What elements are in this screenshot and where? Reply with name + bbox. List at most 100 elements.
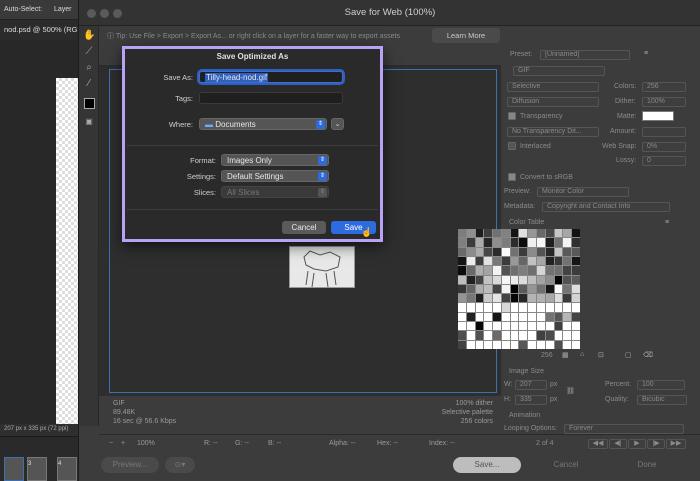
color-swatch[interactable] [528, 275, 537, 284]
color-swatch[interactable] [466, 322, 475, 331]
color-swatch[interactable] [466, 247, 475, 256]
percent-input[interactable]: 100 [637, 380, 685, 390]
color-swatch[interactable] [466, 284, 475, 294]
color-swatch[interactable] [537, 275, 545, 284]
color-swatch[interactable] [537, 312, 545, 322]
color-swatch[interactable] [528, 294, 537, 303]
color-swatch[interactable] [528, 238, 537, 247]
color-swatch[interactable] [537, 256, 545, 266]
sheet-cancel-button[interactable]: Cancel [282, 221, 326, 234]
color-swatch[interactable] [493, 229, 501, 238]
color-swatch[interactable] [510, 322, 519, 331]
color-swatch[interactable] [493, 247, 501, 256]
color-swatch[interactable] [484, 312, 493, 322]
color-swatch[interactable] [545, 238, 554, 247]
color-swatch[interactable] [519, 284, 528, 294]
format-select[interactable]: GIF [513, 66, 605, 76]
color-swatch[interactable] [475, 275, 484, 284]
color-swatch[interactable] [554, 284, 563, 294]
color-swatch[interactable] [493, 266, 501, 275]
slice-select-tool-icon[interactable]: ⟋ [83, 46, 95, 58]
color-swatch[interactable] [563, 294, 572, 303]
color-swatch[interactable] [501, 266, 510, 275]
frame-thumb[interactable] [4, 457, 24, 481]
color-swatch[interactable] [572, 266, 580, 275]
color-swatch[interactable] [501, 256, 510, 266]
color-swatch[interactable] [528, 312, 537, 322]
color-swatch[interactable] [475, 238, 484, 247]
zoom-level-select[interactable]: 100% [137, 440, 155, 447]
color-swatch[interactable] [545, 229, 554, 238]
lock-color-icon[interactable]: ⌂ [580, 351, 584, 358]
color-swatch[interactable] [458, 312, 466, 322]
color-swatch[interactable] [501, 284, 510, 294]
last-frame-icon[interactable]: ▶▶ [666, 439, 686, 449]
color-swatch[interactable] [510, 284, 519, 294]
color-swatch[interactable] [545, 284, 554, 294]
dither-input[interactable]: 100% [642, 97, 686, 107]
color-swatch[interactable] [475, 303, 484, 312]
color-swatch[interactable] [554, 256, 563, 266]
color-swatch[interactable] [466, 303, 475, 312]
color-swatch[interactable] [519, 303, 528, 312]
preview-browser-button[interactable]: Preview... [101, 457, 159, 473]
color-swatch[interactable] [493, 275, 501, 284]
color-swatch[interactable] [554, 294, 563, 303]
color-swatch[interactable] [519, 238, 528, 247]
color-swatch[interactable] [501, 247, 510, 256]
color-swatch[interactable] [493, 238, 501, 247]
color-swatch[interactable] [528, 229, 537, 238]
color-swatch[interactable] [475, 284, 484, 294]
color-table-grid[interactable] [458, 229, 580, 349]
color-swatch[interactable] [554, 312, 563, 322]
color-swatch[interactable] [510, 340, 519, 349]
done-button[interactable]: Done [611, 457, 683, 473]
color-swatch[interactable] [475, 229, 484, 238]
color-swatch[interactable] [572, 322, 580, 331]
matte-color-swatch[interactable] [642, 111, 674, 121]
color-swatch[interactable] [493, 256, 501, 266]
lossy-input[interactable]: 0 [642, 156, 686, 166]
metadata-select[interactable]: Copyright and Contact Info [542, 202, 670, 212]
color-swatch[interactable] [537, 238, 545, 247]
color-swatch[interactable] [484, 238, 493, 247]
color-swatch[interactable] [475, 331, 484, 340]
slices-popup[interactable]: All Slices ⇕ [221, 186, 329, 198]
color-swatch[interactable] [537, 331, 545, 340]
color-swatch[interactable] [545, 294, 554, 303]
color-swatch[interactable] [458, 247, 466, 256]
color-swatch[interactable] [572, 238, 580, 247]
toggle-slices-icon[interactable]: ▣ [83, 116, 95, 128]
color-swatch[interactable] [466, 294, 475, 303]
zoom-in-button[interactable]: + [121, 440, 125, 447]
color-swatch[interactable] [563, 340, 572, 349]
first-frame-icon[interactable]: ◀◀ [588, 439, 608, 449]
looping-select[interactable]: Forever [564, 424, 684, 434]
color-swatch[interactable] [563, 266, 572, 275]
tags-input[interactable] [199, 92, 343, 104]
color-swatch[interactable] [466, 266, 475, 275]
transparency-checkbox[interactable] [508, 112, 516, 120]
eyedropper-color-swatch[interactable] [84, 98, 95, 109]
color-swatch[interactable] [519, 322, 528, 331]
color-swatch[interactable] [458, 275, 466, 284]
play-icon[interactable]: ▶ [628, 439, 646, 449]
browser-select-icon[interactable]: ⊙▾ [165, 457, 195, 473]
color-swatch[interactable] [537, 247, 545, 256]
color-swatch[interactable] [519, 312, 528, 322]
color-swatch[interactable] [484, 294, 493, 303]
color-swatch[interactable] [554, 247, 563, 256]
color-swatch[interactable] [466, 256, 475, 266]
color-swatch[interactable] [554, 331, 563, 340]
colors-select[interactable]: 256 [642, 82, 686, 92]
color-swatch[interactable] [501, 322, 510, 331]
color-swatch[interactable] [466, 312, 475, 322]
color-swatch[interactable] [572, 340, 580, 349]
color-swatch[interactable] [501, 238, 510, 247]
color-swatch[interactable] [458, 266, 466, 275]
color-swatch[interactable] [572, 312, 580, 322]
color-swatch[interactable] [537, 266, 545, 275]
color-swatch[interactable] [563, 303, 572, 312]
color-swatch[interactable] [475, 294, 484, 303]
color-swatch[interactable] [519, 229, 528, 238]
